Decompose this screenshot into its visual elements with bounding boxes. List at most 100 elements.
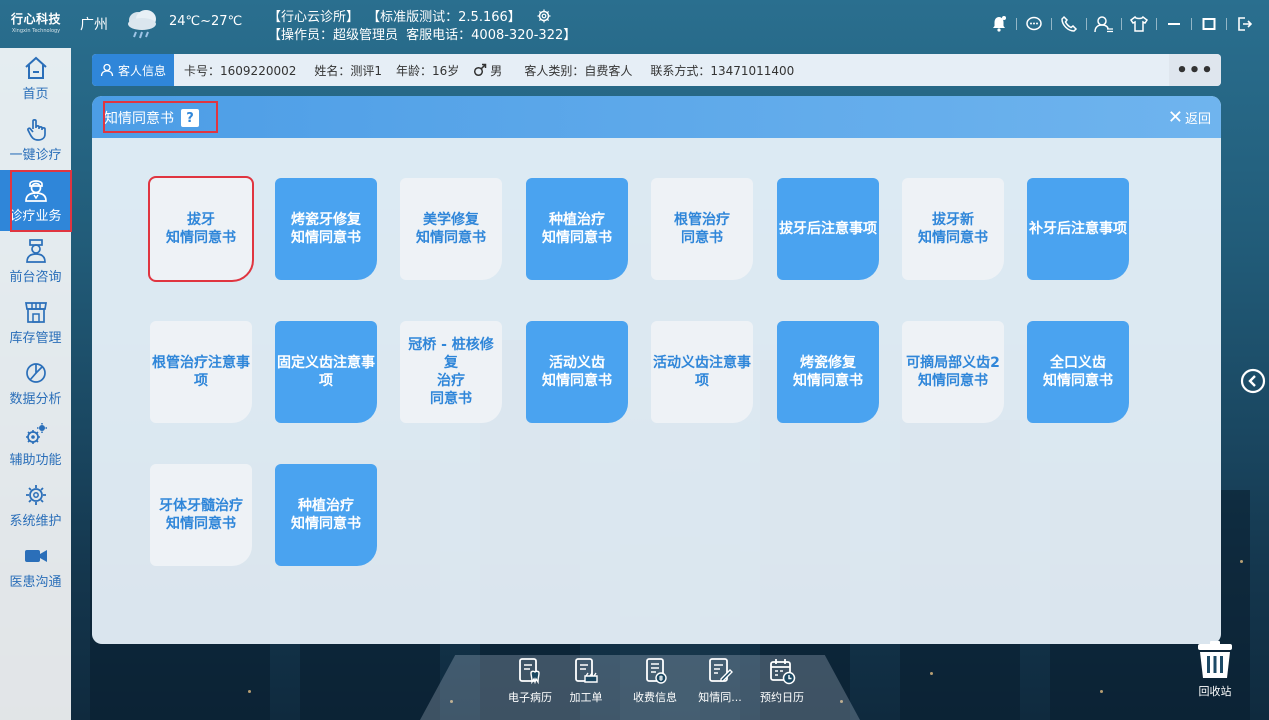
sidebar-item-auxiliary[interactable]: 辅助功能 — [0, 414, 71, 475]
logo-text: 行心科技 — [10, 12, 61, 26]
separator — [1121, 18, 1122, 30]
sidebar-item-one-click-treatment[interactable]: 一键诊疗 — [0, 109, 71, 170]
consent-form-card[interactable]: 烤瓷修复 知情同意书 — [777, 321, 879, 423]
sidebar-item-label: 前台咨询 — [9, 270, 62, 285]
user-account-icon[interactable] — [1093, 13, 1115, 35]
rain-cloud-icon — [128, 10, 156, 39]
consent-form-card[interactable]: 烤瓷牙修复 知情同意书 — [275, 178, 377, 280]
sidebar-item-label: 数据分析 — [9, 392, 62, 407]
consent-form-card[interactable]: 拔牙 知情同意书 — [148, 176, 254, 282]
sidebar-item-label: 一键诊疗 — [9, 148, 62, 163]
consent-form-card[interactable]: 冠桥 - 桩核修复 治疗 同意书 — [400, 321, 502, 423]
skin-shirt-icon[interactable] — [1128, 13, 1150, 35]
trash-bin-icon — [1198, 641, 1232, 678]
consent-form-card[interactable]: 固定义齿注意事 项 — [275, 321, 377, 423]
sidebar-item-label: 库存管理 — [9, 331, 62, 346]
billing-icon — [646, 658, 667, 684]
consent-form-card[interactable]: 种植治疗 知情同意书 — [526, 178, 628, 280]
gears-icon — [25, 423, 47, 444]
consent-document-icon — [709, 658, 733, 682]
dock-item-appointment-calendar[interactable]: 预约日历 — [752, 657, 812, 705]
consent-form-card[interactable]: 根管治疗注意事 项 — [150, 321, 252, 423]
sidebar-item-label: 系统维护 — [9, 514, 62, 529]
sidebar-item-label: 首页 — [22, 87, 49, 102]
clinic-name: 【行心云诊所】 — [268, 10, 360, 25]
consent-form-card[interactable]: 美学修复 知情同意书 — [400, 178, 502, 280]
doctor-icon — [24, 180, 47, 202]
left-sidebar: 首页 一键诊疗 诊疗业务 前台咨询 库存管理 数据分析 辅助功能 系统维护 医患… — [0, 48, 72, 720]
sidebar-item-label: 辅助功能 — [9, 453, 62, 468]
customer-info-tab-label: 客人信息 — [118, 63, 167, 78]
sidebar-item-treatment-business[interactable]: 诊疗业务 — [0, 170, 72, 232]
consent-form-card[interactable]: 补牙后注意事项 — [1027, 178, 1129, 280]
sidebar-item-data-analysis[interactable]: 数据分析 — [0, 353, 71, 414]
gear-icon[interactable] — [537, 9, 551, 23]
consent-form-card[interactable]: 拔牙新 知情同意书 — [902, 178, 1004, 280]
customer-age: 年龄：16岁 — [396, 63, 460, 78]
consent-form-card[interactable]: 种植治疗 知情同意书 — [275, 464, 377, 566]
consent-form-card[interactable]: 根管治疗 同意书 — [651, 178, 753, 280]
maximize-icon[interactable] — [1198, 13, 1220, 35]
phone-icon[interactable] — [1058, 13, 1080, 35]
sidebar-item-front-desk[interactable]: 前台咨询 — [0, 231, 71, 292]
calendar-clock-icon — [770, 659, 796, 685]
collapse-arrow-icon[interactable] — [1240, 368, 1266, 394]
version-label: 【标准版测试：2.5.166】 — [367, 10, 521, 25]
settings-icon — [25, 485, 46, 505]
dental-record-icon — [519, 658, 540, 685]
sidebar-item-doctor-patient-communication[interactable]: 医患沟通 — [0, 536, 71, 597]
separator — [1226, 18, 1227, 30]
recycle-bin[interactable]: 回收站 — [1190, 640, 1240, 699]
bottom-dock: 电子病历 加工单 收费信息 知情同... 预约日历 — [420, 655, 860, 720]
back-button[interactable]: ✕ 返回 — [1168, 108, 1211, 127]
sidebar-item-inventory[interactable]: 库存管理 — [0, 292, 71, 353]
recycle-bin-label: 回收站 — [1198, 685, 1232, 698]
separator — [1051, 18, 1052, 30]
close-icon: ✕ — [1167, 106, 1183, 128]
service-phone-label: 客服电话：4008-320-322】 — [406, 28, 577, 43]
hand-pointer-icon — [26, 119, 46, 141]
logo-subtext: Xingxin Technology — [11, 28, 61, 34]
app-logo: 行心科技 Xingxin Technology — [8, 10, 64, 34]
consent-form-card[interactable]: 拔牙后注意事项 — [777, 178, 879, 280]
customer-info-tab[interactable]: 客人信息 — [92, 54, 175, 86]
dock-item-work-order[interactable]: 加工单 — [556, 657, 616, 705]
male-symbol-icon — [474, 63, 487, 77]
card-number: 卡号：1609220002 — [184, 63, 297, 78]
minimize-icon[interactable] — [1163, 13, 1185, 35]
dock-item-consent-forms[interactable]: 知情同... — [690, 657, 750, 705]
separator — [1156, 18, 1157, 30]
clinic-info-line2: 【操作员：超级管理员 客服电话：4008-320-322】 — [268, 24, 580, 43]
dock-item-billing-info[interactable]: 收费信息 — [625, 657, 685, 705]
sidebar-item-label: 诊疗业务 — [9, 209, 62, 224]
dock-item-electronic-record[interactable]: 电子病历 — [500, 657, 560, 705]
consent-form-card[interactable]: 活动义齿注意事 项 — [651, 321, 753, 423]
dock-item-label: 知情同... — [698, 691, 742, 704]
clinic-info-line1: 【行心云诊所】 【标准版测试：2.5.166】 — [268, 6, 551, 25]
title-highlight-box — [103, 101, 218, 133]
panel-header: 知情同意书 ? ✕ 返回 — [92, 96, 1221, 138]
customer-gender: 男 — [473, 62, 502, 79]
more-options-button[interactable]: ••• — [1169, 54, 1221, 86]
temperature-label: 24℃~27℃ — [169, 14, 243, 29]
separator — [1086, 18, 1087, 30]
consent-form-card[interactable]: 可摘局部义齿2 知情同意书 — [902, 321, 1004, 423]
nurse-icon — [25, 239, 46, 263]
dock-item-label: 电子病历 — [508, 691, 552, 704]
consent-form-card[interactable]: 全口义齿 知情同意书 — [1027, 321, 1129, 423]
logout-icon[interactable] — [1233, 13, 1255, 35]
separator — [1016, 18, 1017, 30]
sidebar-item-home[interactable]: 首页 — [0, 48, 71, 109]
customer-category: 客人类别：自费客人 — [524, 63, 633, 78]
consent-form-card[interactable]: 活动义齿 知情同意书 — [526, 321, 628, 423]
customer-contact: 联系方式：13471011400 — [650, 63, 795, 78]
notification-bell-icon[interactable] — [988, 13, 1010, 35]
work-order-icon — [575, 658, 598, 683]
city-label: 广州 — [80, 17, 108, 33]
sidebar-item-system-maintenance[interactable]: 系统维护 — [0, 475, 71, 536]
pie-chart-icon — [25, 363, 46, 383]
window-controls — [982, 12, 1261, 36]
customer-name: 姓名：测评1 — [314, 63, 383, 78]
chat-bubble-icon[interactable] — [1023, 13, 1045, 35]
consent-form-card[interactable]: 牙体牙髓治疗 知情同意书 — [150, 464, 252, 566]
